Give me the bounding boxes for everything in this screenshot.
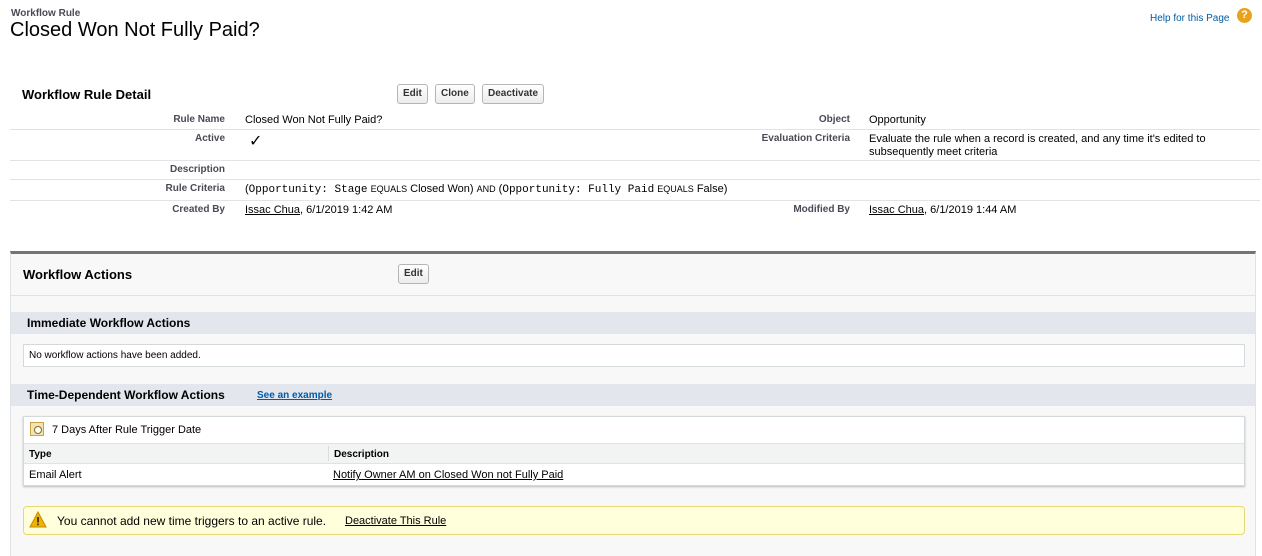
column-header-type: Type <box>29 449 52 460</box>
criteria-val2: False) <box>696 183 728 195</box>
divider <box>11 295 1255 296</box>
modified-by-date: , 6/1/2019 1:44 AM <box>924 204 1017 216</box>
divider <box>10 179 1260 180</box>
criteria-field1: Opportunity: Stage <box>248 184 368 196</box>
row-type: Email Alert <box>29 469 82 481</box>
immediate-actions-header <box>11 312 1255 334</box>
divider <box>10 129 1260 130</box>
time-trigger-title: 7 Days After Rule Trigger Date <box>52 424 202 436</box>
criteria-val1: Closed Won) <box>410 183 474 195</box>
created-by-user-link[interactable]: Issac Chua <box>245 204 300 216</box>
help-link[interactable]: Help for this Page <box>1150 13 1230 24</box>
object-label: Object <box>818 114 850 125</box>
divider <box>10 200 1260 201</box>
edit-button[interactable]: Edit <box>397 84 428 104</box>
question-icon[interactable]: ? <box>1237 8 1252 23</box>
evaluation-criteria-line1: Evaluate the rule when a record is creat… <box>869 133 1206 145</box>
actions-edit-button[interactable]: Edit <box>398 264 429 284</box>
rule-criteria-value: (Opportunity: Stage EQUALS Closed Won) A… <box>245 183 727 196</box>
column-separator <box>328 446 329 461</box>
row-description-link[interactable]: Notify Owner AM on Closed Won not Fully … <box>333 469 563 481</box>
help-link-label[interactable]: Help for this Page <box>1150 13 1230 24</box>
table-row <box>24 464 1244 485</box>
immediate-actions-empty <box>23 344 1245 367</box>
created-by-label: Created By <box>172 204 225 215</box>
deactivate-rule-link[interactable]: Deactivate This Rule <box>345 515 446 527</box>
breadcrumb: Workflow Rule <box>11 8 81 19</box>
modified-by-value: Issac Chua, 6/1/2019 1:44 AM <box>869 204 1016 216</box>
created-by-value: Issac Chua, 6/1/2019 1:42 AM <box>245 204 392 216</box>
table-header-row <box>24 443 1244 464</box>
deactivate-button[interactable]: Deactivate <box>482 84 545 104</box>
clone-button[interactable]: Clone <box>435 84 475 104</box>
detail-section-title: Workflow Rule Detail <box>22 87 152 102</box>
evaluation-criteria-label: Evaluation Criteria <box>761 133 850 144</box>
evaluation-criteria-value: Evaluate the rule when a record is creat… <box>869 133 1206 159</box>
empty-message: No workflow actions have been added. <box>29 350 201 361</box>
rule-name-label: Rule Name <box>173 114 225 125</box>
rule-criteria-label: Rule Criteria <box>165 183 225 194</box>
rule-name-value: Closed Won Not Fully Paid? <box>245 114 383 126</box>
active-label: Active <box>194 133 225 144</box>
criteria-op2: EQUALS <box>657 184 694 194</box>
description-label: Description <box>169 164 225 175</box>
time-dependent-title: Time-Dependent Workflow Actions <box>27 388 225 402</box>
workflow-actions-title: Workflow Actions <box>23 267 133 282</box>
divider <box>10 160 1260 161</box>
modified-by-user-link[interactable]: Issac Chua <box>869 204 924 216</box>
created-by-date: , 6/1/2019 1:42 AM <box>300 204 393 216</box>
immediate-actions-title: Immediate Workflow Actions <box>27 316 191 330</box>
criteria-and: AND <box>476 184 496 194</box>
column-header-description: Description <box>334 449 390 460</box>
object-value: Opportunity <box>869 114 926 126</box>
see-example-link[interactable]: See an example <box>257 390 332 401</box>
criteria-op1: EQUALS <box>370 184 408 194</box>
modified-by-label: Modified By <box>793 204 850 215</box>
checkmark-icon: ✓ <box>249 133 263 150</box>
evaluation-criteria-line2: subsequently meet criteria <box>869 146 998 158</box>
page-title: Closed Won Not Fully Paid? <box>10 19 260 41</box>
calendar-clock-icon <box>30 422 44 436</box>
warning-text: You cannot add new time triggers to an a… <box>57 514 327 528</box>
criteria-field2: Opportunity: Fully Paid <box>502 184 655 196</box>
warning-icon <box>29 510 47 528</box>
